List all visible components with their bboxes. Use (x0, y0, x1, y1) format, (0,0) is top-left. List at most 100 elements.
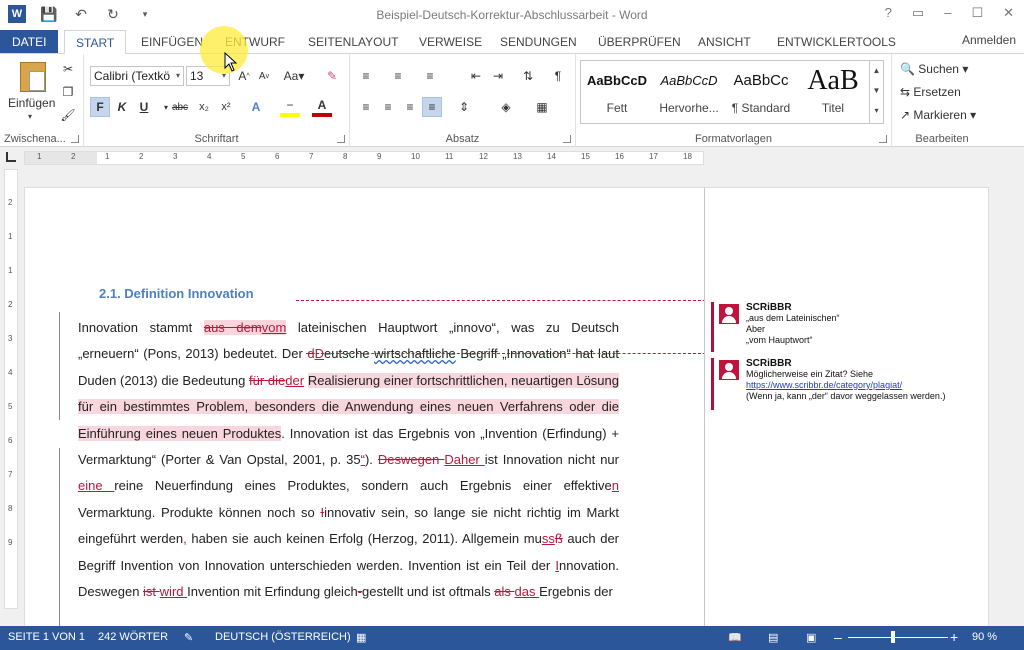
copy-icon[interactable]: ❐ (58, 82, 78, 102)
zoom-in-icon[interactable]: + (950, 629, 958, 645)
style-titel[interactable]: AaB Titel (797, 61, 869, 123)
format-painter-icon[interactable]: 🖌 (58, 105, 78, 125)
text-run[interactable]: Invention mit Erfindung gleich (187, 584, 358, 599)
inserted-text[interactable]: ss (542, 531, 555, 546)
text-run[interactable]: innovativ sein, so lange sie nicht richt… (324, 505, 619, 520)
inserted-text[interactable]: n (612, 478, 619, 493)
tab-start[interactable]: START (64, 30, 127, 54)
comment-1[interactable]: SCRiBBR „aus dem Lateinischen“ Aber „vom… (711, 302, 981, 352)
inserted-text[interactable]: der (285, 373, 304, 388)
decrease-indent-icon[interactable]: ⇤ (466, 66, 486, 86)
style-hervorhebung[interactable]: AaBbCcD Hervorhe... (653, 61, 725, 123)
text-run[interactable]: Vermarktung. Produkte können noch so (78, 505, 320, 520)
text-line[interactable]: Vermarktung. Produkte können noch so Iin… (78, 500, 619, 526)
style-fett[interactable]: AaBbCcD Fett (581, 61, 653, 123)
tab-verweise[interactable]: VERWEISE (419, 30, 482, 54)
zoom-slider-handle[interactable] (891, 631, 895, 643)
document-body[interactable]: Innovation stammt aus demvom lateinische… (78, 315, 619, 605)
comment-2[interactable]: SCRiBBR Möglicherweise ein Zitat? Siehe … (711, 358, 981, 410)
text-effects-icon[interactable]: A (246, 97, 266, 117)
tab-ueberpruefen[interactable]: ÜBERPRÜFEN (598, 30, 681, 54)
dialog-launcher-icon[interactable] (563, 135, 571, 143)
superscript-button[interactable]: x² (216, 97, 236, 117)
tab-ansicht[interactable]: ANSICHT (698, 30, 751, 54)
text-run[interactable]: Begriff Invention von Innovation untersc… (78, 558, 555, 573)
bullets-icon[interactable]: ≡ (356, 66, 376, 86)
paste-icon[interactable] (20, 62, 46, 92)
paste-button[interactable]: Einfügen (8, 96, 55, 110)
inserted-text[interactable]: wird (160, 584, 187, 599)
text-run[interactable]: auch der (563, 531, 619, 546)
align-left-icon[interactable]: ≡ (356, 97, 376, 117)
text-run[interactable]: Deswegen (78, 584, 143, 599)
deleted-text[interactable]: aus dem (203, 320, 262, 335)
inserted-text[interactable]: eine (78, 478, 114, 493)
help-icon[interactable]: ? (885, 5, 892, 21)
web-layout-icon[interactable]: ▣ (806, 631, 816, 644)
align-center-icon[interactable]: ≡ (378, 97, 398, 117)
text-run[interactable]: Duden (2013) die Bedeutung (78, 373, 249, 388)
inserted-text[interactable]: das (514, 584, 539, 599)
text-run[interactable]: Einführung eines neuen Produktes (78, 425, 282, 441)
ribbon-display-icon[interactable]: ▭ (912, 5, 924, 21)
print-layout-icon[interactable]: ▤ (768, 631, 778, 644)
bold-button[interactable]: F (90, 97, 110, 117)
read-mode-icon[interactable]: 📖 (728, 631, 742, 644)
text-run[interactable]: „erneuern“ (Pons, 2013) bedeutet. Der (78, 346, 307, 361)
deleted-text[interactable]: als (494, 584, 514, 599)
text-line[interactable]: Einführung eines neuen Produktes. Innova… (78, 421, 619, 447)
font-color-icon[interactable]: A (312, 97, 332, 117)
subscript-button[interactable]: x₂ (194, 97, 214, 117)
cut-icon[interactable]: ✂ (58, 59, 78, 79)
text-line[interactable]: eine reine Neuerfindung eines Produktes,… (78, 473, 619, 499)
strikethrough-button[interactable]: abc (168, 97, 192, 117)
zoom-level[interactable]: 90 % (972, 631, 997, 643)
text-run[interactable]: eingeführt werden (78, 531, 183, 546)
dialog-launcher-icon[interactable] (879, 135, 887, 143)
text-line[interactable]: Innovation stammt aus demvom lateinische… (78, 315, 619, 341)
font-name-combo[interactable]: Calibri (Textkö ▾ (90, 66, 184, 86)
align-right-icon[interactable]: ≡ (400, 97, 420, 117)
multilevel-list-icon[interactable]: ≡ (420, 66, 440, 86)
deleted-text[interactable]: ist (143, 584, 160, 599)
tab-selector-icon[interactable] (6, 152, 16, 162)
change-case-icon[interactable]: Aa▾ (280, 66, 308, 86)
text-run[interactable]: für ein bestimmtes Problem, besonders di… (78, 399, 619, 415)
ruler-bar[interactable]: 1 2 1 2 3 4 5 6 7 8 9 10 11 12 13 14 15 16 17 18 (24, 151, 704, 165)
text-line[interactable]: Deswegen ist wird Invention mit Erfindun… (78, 579, 619, 605)
text-run[interactable]: . Innovation ist das Ergebnis von „Inven… (281, 426, 619, 441)
select-button[interactable]: ↗ Markieren ▾ (900, 108, 976, 122)
minimize-icon[interactable]: – (944, 5, 951, 21)
text-line[interactable]: Vermarktung“ (Porter & Van Opstal, 2001,… (78, 447, 619, 473)
text-line[interactable]: eingeführt werden, haben sie auch keinen… (78, 526, 619, 552)
tab-sendungen[interactable]: SENDUNGEN (500, 30, 577, 54)
text-run[interactable]: ). (365, 452, 378, 467)
increase-indent-icon[interactable]: ⇥ (488, 66, 508, 86)
styles-scroll[interactable]: ▲ ▼ ▾ (869, 61, 883, 123)
deleted-text[interactable]: für die (249, 373, 285, 388)
close-icon[interactable]: ✕ (1003, 5, 1014, 21)
page-count[interactable]: SEITE 1 VON 1 (8, 631, 85, 643)
text-run[interactable]: gestellt und ist oftmals (362, 584, 494, 599)
text-run[interactable]: haben sie auch keinen Erfolg (Herzog, 20… (187, 531, 541, 546)
zoom-slider[interactable] (848, 637, 948, 638)
dialog-launcher-icon[interactable] (337, 135, 345, 143)
text-run[interactable]: Ergebnis der (539, 584, 613, 599)
comment-link[interactable]: https://www.scribbr.de/category/plagiat/ (746, 380, 902, 390)
show-marks-icon[interactable]: ¶ (548, 66, 568, 86)
maximize-icon[interactable]: ☐ (971, 5, 983, 21)
replace-button[interactable]: ⇆ Ersetzen (900, 85, 961, 99)
text-run[interactable]: lateinischen Hauptwort „innovo“, was zu … (286, 320, 619, 335)
deleted-text[interactable]: Deswegen (378, 452, 444, 467)
text-run[interactable]: Realisierung einer fortschrittlichen, ne… (307, 372, 619, 388)
tab-entwicklertools[interactable]: ENTWICKLERTOOLS (777, 30, 896, 54)
sign-in-link[interactable]: Anmelden (962, 30, 1016, 50)
find-button[interactable]: 🔍 Suchen ▾ (900, 62, 968, 76)
text-line[interactable]: „erneuern“ (Pons, 2013) bedeutet. Der dD… (78, 341, 619, 367)
justify-icon[interactable]: ≡ (422, 97, 442, 117)
style-standard[interactable]: AaBbCc ¶ Standard (725, 61, 797, 123)
shading-icon[interactable]: ◈ (496, 97, 516, 117)
line-spacing-icon[interactable]: ⇕ (454, 97, 474, 117)
tab-datei[interactable]: DATEI (0, 30, 58, 54)
text-line[interactable]: Duden (2013) die Bedeutung für dieder Re… (78, 368, 619, 394)
